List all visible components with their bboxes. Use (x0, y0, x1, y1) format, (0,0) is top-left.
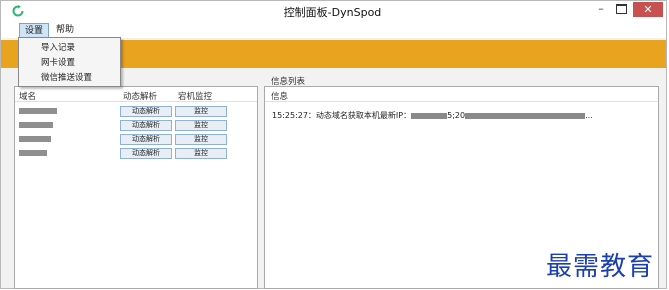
table-row: 动态解析 监控 (15, 119, 257, 133)
monitor-button[interactable]: 监控 (175, 106, 227, 117)
domain-name-redacted (19, 122, 53, 128)
header-divider (265, 101, 658, 102)
maximize-button[interactable] (616, 4, 627, 14)
monitor-button[interactable]: 监控 (175, 120, 227, 131)
domain-name-redacted (19, 108, 57, 114)
menu-item-import-records[interactable]: 导入记录 (41, 41, 75, 53)
monitor-button[interactable]: 监控 (175, 134, 227, 145)
domain-name-redacted (19, 136, 51, 142)
log-entry: 15:25:27：动态域名获取本机最新IP： 5;20... (272, 110, 593, 121)
dynamic-resolve-button[interactable]: 动态解析 (120, 120, 172, 131)
menu-item-nic-settings[interactable]: 网卡设置 (41, 56, 75, 68)
table-row: 动态解析 监控 (15, 147, 257, 161)
settings-dropdown: 导入记录 网卡设置 微信推送设置 (18, 37, 121, 87)
redacted-text (465, 112, 586, 119)
table-row: 动态解析 监控 (15, 133, 257, 147)
domain-list-panel: 域名 动态解析 宕机监控 动态解析 监控 动态解析 监控 动态解析 监控 动态解… (14, 86, 258, 289)
log-text: 15:25:27：动态域名获取本机最新IP： (272, 111, 412, 120)
dynamic-resolve-button[interactable]: 动态解析 (120, 148, 172, 159)
watermark-logo: 最需教育 (546, 252, 655, 282)
close-button[interactable]: ✕ (633, 2, 663, 17)
dynamic-resolve-button[interactable]: 动态解析 (120, 106, 172, 117)
menu-item-wechat-push[interactable]: 微信推送设置 (41, 71, 92, 83)
dynamic-resolve-button[interactable]: 动态解析 (120, 134, 172, 145)
menu-help[interactable]: 帮助 (51, 23, 79, 38)
table-row: 动态解析 监控 (15, 105, 257, 119)
domain-name-redacted (19, 150, 47, 156)
minimize-button[interactable]: – (593, 2, 609, 16)
window-title: 控制面板-DynSpod (283, 6, 382, 19)
menu-bar: 设置 帮助 (1, 23, 666, 38)
menu-settings[interactable]: 设置 (19, 23, 50, 38)
redacted-ip (411, 112, 448, 119)
header-divider (15, 101, 257, 102)
log-ellipsis: ... (585, 111, 593, 120)
log-text-mid: 5;20 (447, 111, 466, 120)
monitor-button[interactable]: 监控 (175, 148, 227, 159)
